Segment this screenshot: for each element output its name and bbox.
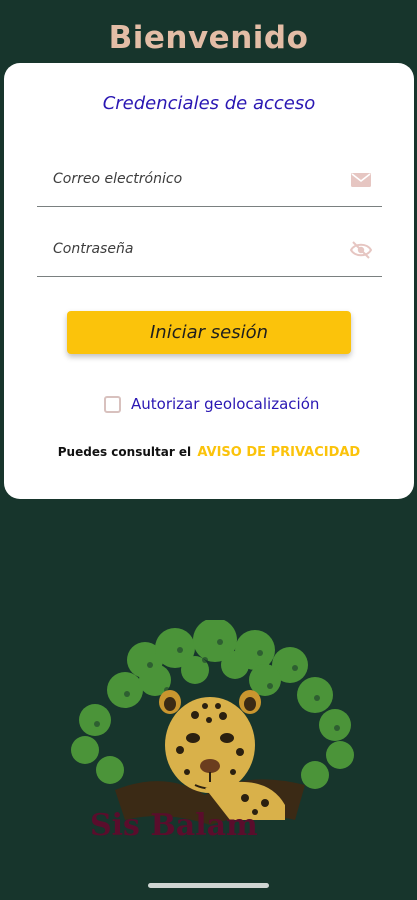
login-card: Credenciales de acceso Correo electrónic… xyxy=(4,63,414,499)
mail-icon xyxy=(351,173,371,187)
privacy-link[interactable]: AVISO DE PRIVACIDAD xyxy=(197,445,360,460)
email-placeholder: Correo electrónico xyxy=(53,171,183,187)
password-field[interactable]: Contraseña xyxy=(37,228,382,277)
email-field[interactable]: Correo electrónico xyxy=(37,158,382,207)
geolocation-label[interactable]: Autorizar geolocalización xyxy=(131,395,319,413)
password-placeholder: Contraseña xyxy=(53,241,134,257)
privacy-notice: Puedes consultar el AVISO DE PRIVACIDAD xyxy=(4,445,414,460)
geolocation-option[interactable]: Autorizar geolocalización xyxy=(104,393,319,415)
eye-off-icon[interactable] xyxy=(350,240,372,260)
welcome-title: Bienvenido xyxy=(108,20,309,56)
login-button[interactable]: Iniciar sesión xyxy=(67,311,351,354)
home-indicator[interactable] xyxy=(148,883,269,888)
card-title: Credenciales de acceso xyxy=(102,93,316,114)
geolocation-checkbox[interactable] xyxy=(104,395,121,413)
privacy-text: Puedes consultar el xyxy=(57,445,192,459)
logo-text: Sis Balam xyxy=(90,808,258,843)
jaguar-tree-logo: Sis Balam xyxy=(71,620,354,843)
